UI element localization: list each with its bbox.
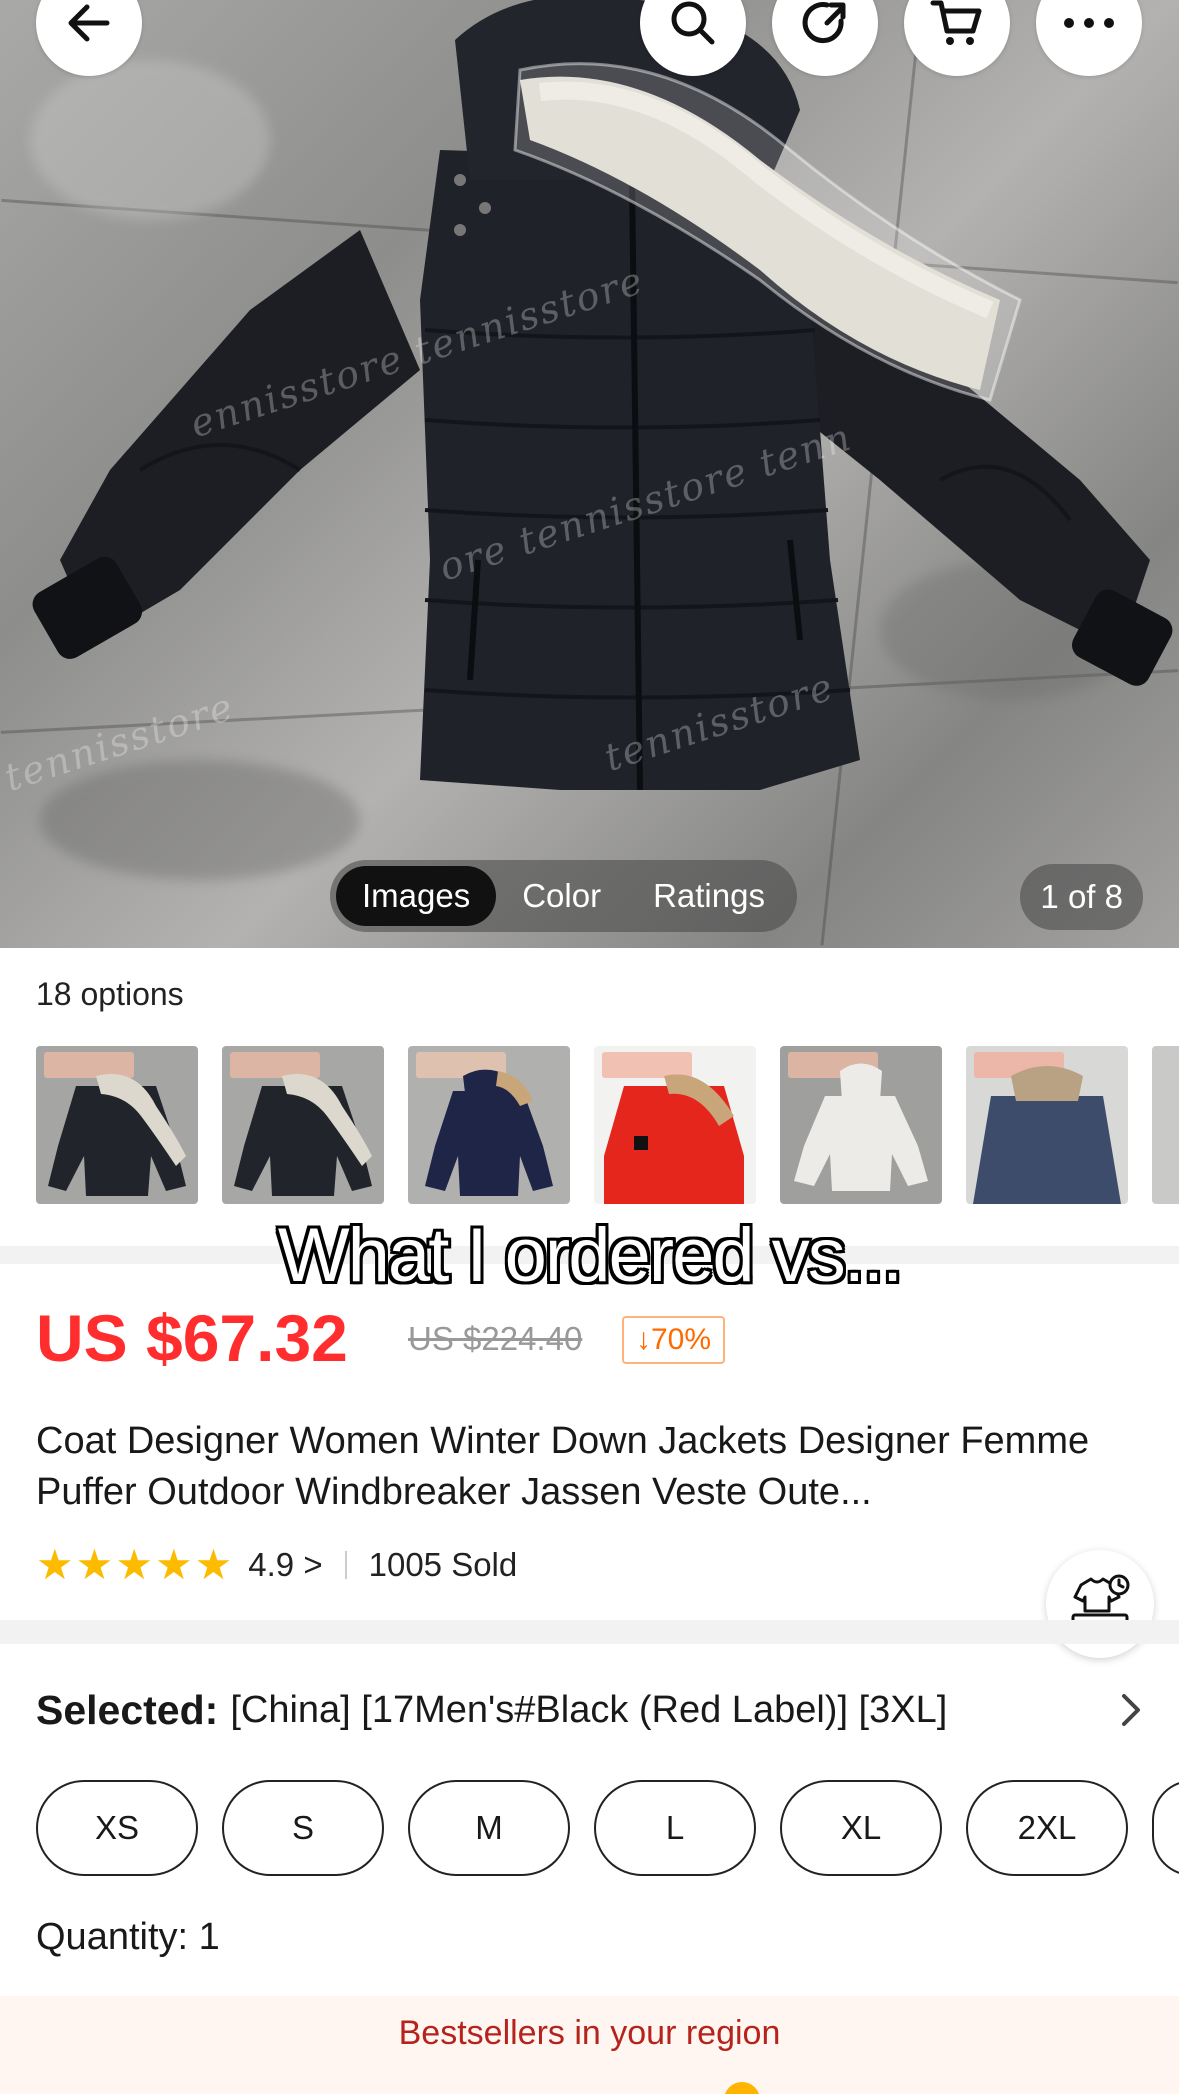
tab-ratings[interactable]: Ratings [627,866,791,926]
sku-selector[interactable]: Selected: [China] [17Men's#Black (Red La… [36,1680,1146,1740]
video-caption-overlay: What I ordered vs... [277,1213,903,1298]
rating-value[interactable]: 4.9 > [248,1546,322,1584]
gallery-tabs: Images Color Ratings [330,860,797,932]
bestsellers-banner[interactable]: Bestsellers in your region [0,1996,1179,2094]
selected-value: [China] [17Men's#Black (Red Label)] [3XL… [230,1688,948,1731]
sold-count: 1005 Sold [368,1546,518,1583]
star-rating: ★ ★ ★ ★ ★ [36,1544,232,1586]
separator [344,1551,347,1579]
search-icon [671,1,715,45]
star-icon: ★ [194,1541,233,1588]
size-option-s[interactable]: S [222,1780,384,1876]
option-thumbnail[interactable] [780,1046,942,1204]
tab-color[interactable]: Color [496,866,627,926]
size-option-partial[interactable] [1152,1780,1179,1876]
original-price: US $224.40 [408,1320,583,1357]
cart-icon [930,0,982,45]
chevron-right-icon [1122,1694,1140,1726]
size-options: XS S M L XL 2XL [36,1780,1179,1876]
size-option-2xl[interactable]: 2XL [966,1780,1128,1876]
option-thumbnail[interactable] [408,1046,570,1204]
quantity-label[interactable]: Quantity: 1 [36,1916,220,1959]
bestsellers-label: Bestsellers in your region [398,2014,781,2052]
share-icon [802,2,846,44]
selected-label: Selected: [36,1686,219,1733]
discount-badge: ↓70% [622,1316,726,1364]
section-divider [0,1620,1179,1644]
size-option-m[interactable]: M [408,1780,570,1876]
product-main-image[interactable]: ennisstore tennisstore ore tennisstore t… [0,0,1179,948]
star-icon: ★ [115,1541,153,1588]
size-option-xs[interactable]: XS [36,1780,198,1876]
tab-images[interactable]: Images [336,866,497,926]
size-option-xl[interactable]: XL [780,1780,942,1876]
star-icon: ★ [36,1541,74,1588]
options-count[interactable]: 18 options [36,976,184,1013]
option-thumbnail[interactable] [594,1046,756,1204]
current-price: US $67.32 [36,1301,348,1375]
option-thumbnail[interactable] [966,1046,1128,1204]
size-option-l[interactable]: L [594,1780,756,1876]
product-title[interactable]: Coat Designer Women Winter Down Jackets … [36,1416,1146,1518]
option-thumbnails [36,1046,1179,1204]
more-icon [1064,18,1114,28]
image-counter: 1 of 8 [1020,864,1143,930]
option-thumbnail[interactable] [1152,1046,1179,1204]
star-icon: ★ [154,1541,193,1588]
rating-row[interactable]: ★ ★ ★ ★ ★ 4.9 > 1005 Sold [36,1540,517,1590]
jacket-illustration [32,0,1173,791]
option-thumbnail[interactable] [222,1046,384,1204]
star-icon: ★ [75,1541,114,1588]
arrow-left-icon [68,4,110,42]
option-thumbnail[interactable] [36,1046,198,1204]
